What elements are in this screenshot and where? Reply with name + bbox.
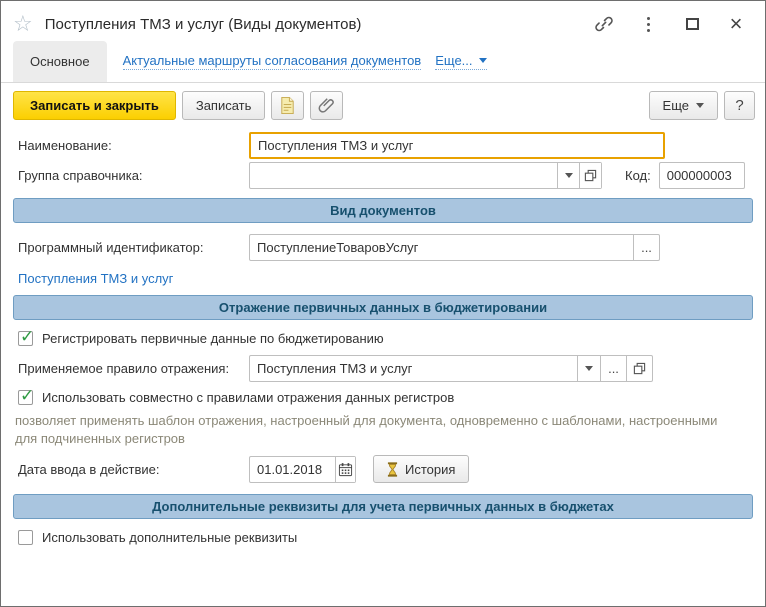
rule-open-icon[interactable] — [626, 355, 653, 382]
title-bar: ☆ Поступления ТМЗ и услуг (Виды документ… — [1, 1, 765, 41]
maximize-icon[interactable] — [681, 13, 703, 35]
nav-link-more-label: Еще... — [435, 53, 472, 68]
chevron-down-icon — [479, 58, 487, 63]
code-input-box — [659, 162, 745, 189]
nav-tabs: Основное Актуальные маршруты согласовани… — [1, 41, 765, 83]
history-button-label: История — [405, 462, 455, 477]
use-joint-rules-checkbox[interactable]: Использовать совместно с правилами отраж… — [13, 390, 753, 405]
rule-combo — [249, 355, 601, 382]
program-id-input-box — [249, 234, 634, 261]
attachments-button[interactable] — [310, 91, 343, 120]
date-label: Дата ввода в действие: — [18, 462, 249, 477]
more-button[interactable]: Еще — [649, 91, 718, 120]
save-and-close-button[interactable]: Записать и закрыть — [13, 91, 176, 120]
titlebar-actions: × — [593, 13, 747, 35]
more-button-label: Еще — [663, 98, 689, 113]
paperclip-icon — [317, 96, 336, 115]
use-additional-attrs-checkbox[interactable]: Использовать дополнительные реквизиты — [13, 530, 753, 545]
group-row: Группа справочника: Код: — [13, 162, 753, 189]
checkbox-icon — [18, 530, 33, 545]
save-button[interactable]: Записать — [182, 91, 266, 120]
hint-text: позволяет применять шаблон отражения, на… — [15, 412, 741, 448]
app-window: ☆ Поступления ТМЗ и услуг (Виды документ… — [0, 0, 766, 607]
use-additional-attrs-label: Использовать дополнительные реквизиты — [42, 530, 297, 545]
history-button[interactable]: История — [373, 455, 469, 483]
rule-dropdown-arrow-icon[interactable] — [577, 356, 600, 381]
favorite-star-icon[interactable]: ☆ — [13, 14, 33, 34]
close-icon[interactable]: × — [725, 13, 747, 35]
group-open-icon[interactable] — [579, 163, 601, 188]
name-label: Наименование: — [18, 138, 249, 153]
kebab-menu-icon[interactable] — [637, 13, 659, 35]
checkbox-icon — [18, 390, 33, 405]
rule-label: Применяемое правило отражения: — [18, 361, 249, 376]
document-button[interactable] — [271, 91, 304, 120]
tab-main[interactable]: Основное — [13, 41, 107, 82]
nav-link-approval-routes[interactable]: Актуальные маршруты согласования докумен… — [123, 53, 422, 70]
window-title: Поступления ТМЗ и услуг (Виды документов… — [45, 16, 593, 33]
command-toolbar: Записать и закрыть Записать — [1, 83, 765, 127]
group-combo — [249, 162, 602, 189]
date-input-box — [249, 456, 356, 483]
date-row: Дата ввода в действие: — [13, 455, 753, 483]
register-primary-checkbox[interactable]: Регистрировать первичные данные по бюдже… — [13, 331, 753, 346]
link-chain-icon[interactable] — [593, 13, 615, 35]
code-input[interactable] — [660, 163, 744, 188]
program-id-ellipsis-button[interactable]: ... — [633, 234, 660, 261]
program-id-row: Программный идентификатор: ... — [13, 234, 753, 261]
group-dropdown-arrow-icon[interactable] — [557, 163, 579, 188]
rule-ellipsis-button[interactable]: ... — [600, 355, 627, 382]
document-icon — [278, 96, 297, 115]
form-content: Наименование: Группа справочника: Код: — [1, 127, 765, 545]
code-label: Код: — [625, 168, 651, 183]
program-id-input[interactable] — [250, 235, 633, 260]
calendar-icon[interactable] — [335, 457, 355, 482]
rule-input[interactable] — [250, 356, 577, 381]
section-primary-data: Отражение первичных данных в бюджетирова… — [13, 295, 753, 320]
help-button[interactable]: ? — [724, 91, 755, 120]
nav-link-more[interactable]: Еще... — [435, 53, 486, 70]
hourglass-icon — [387, 462, 398, 477]
name-input-box — [249, 132, 665, 159]
date-input[interactable] — [250, 457, 335, 482]
register-primary-label: Регистрировать первичные данные по бюдже… — [42, 331, 384, 346]
group-input[interactable] — [250, 163, 557, 188]
group-label: Группа справочника: — [18, 168, 249, 183]
section-doc-kind: Вид документов — [13, 198, 753, 223]
rule-row: Применяемое правило отражения: ... — [13, 355, 753, 382]
name-input[interactable] — [251, 134, 663, 157]
section-additional: Дополнительные реквизиты для учета перви… — [13, 494, 753, 519]
program-id-label: Программный идентификатор: — [18, 240, 249, 255]
name-row: Наименование: — [13, 132, 753, 159]
checkbox-icon — [18, 331, 33, 346]
document-type-link[interactable]: Поступления ТМЗ и услуг — [18, 271, 173, 286]
chevron-down-icon — [696, 103, 704, 108]
use-joint-rules-label: Использовать совместно с правилами отраж… — [42, 390, 454, 405]
